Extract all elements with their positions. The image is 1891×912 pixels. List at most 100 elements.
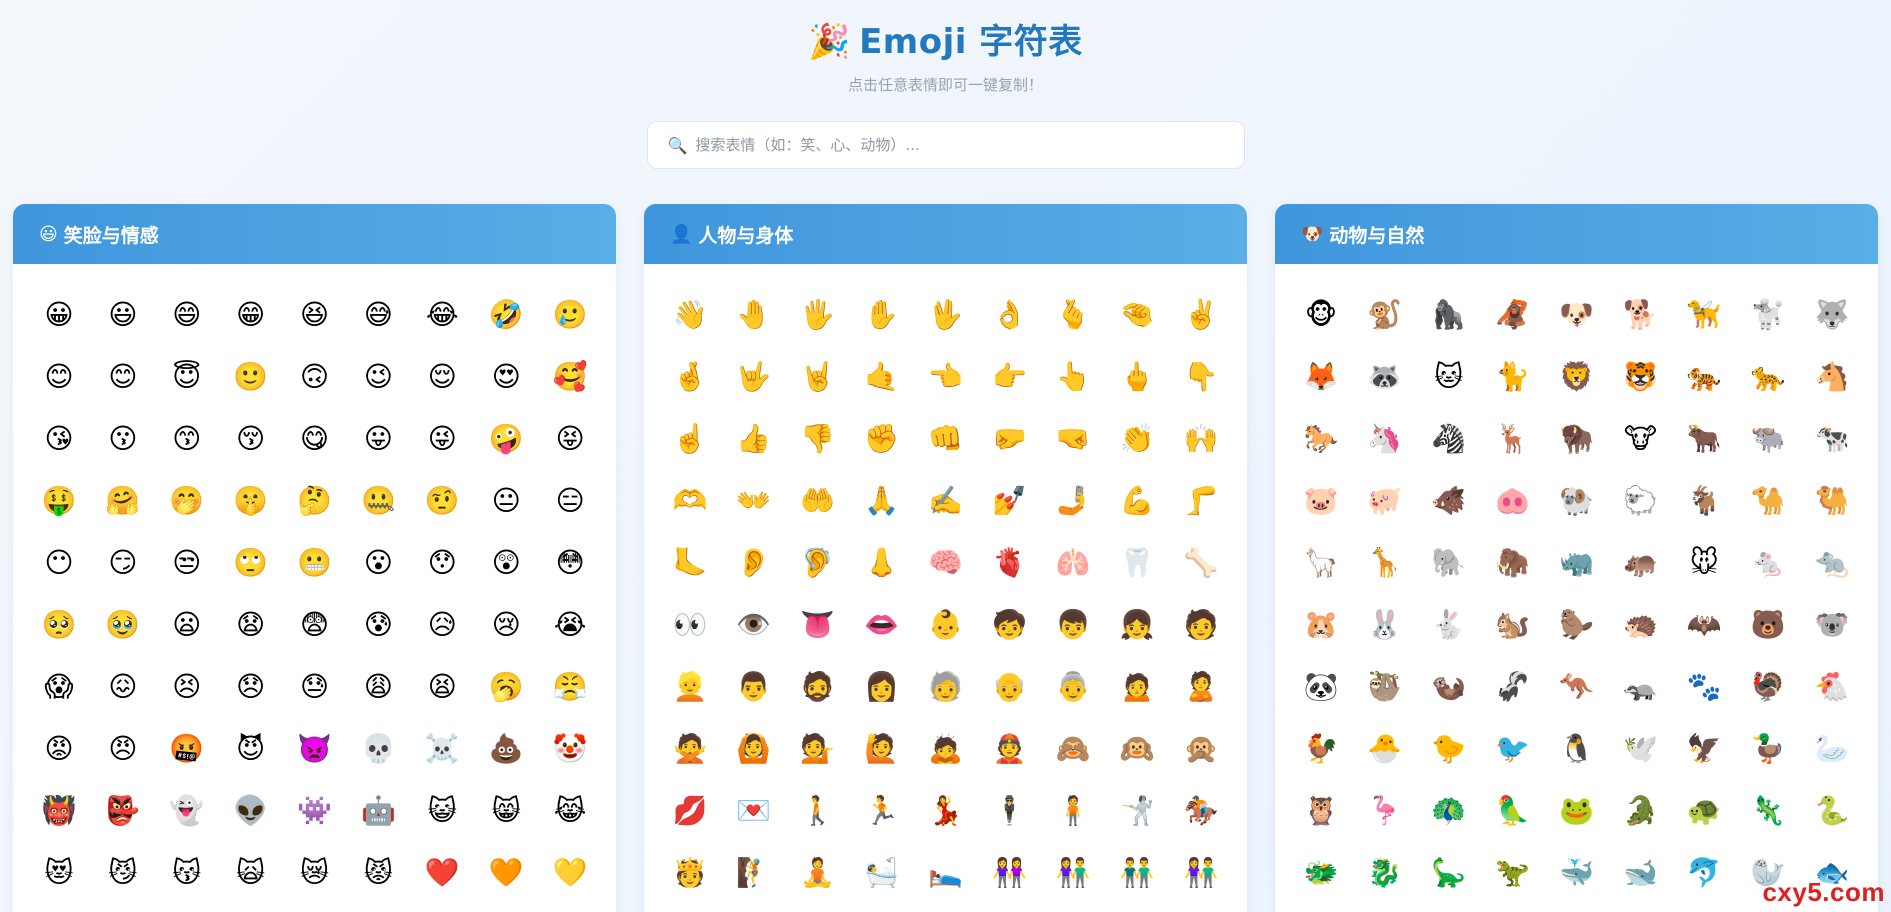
- emoji-cell[interactable]: 🐨: [1800, 593, 1864, 655]
- emoji-cell[interactable]: 😝: [538, 407, 602, 469]
- emoji-cell[interactable]: 🦴: [1169, 531, 1233, 593]
- emoji-cell[interactable]: 👆: [1041, 345, 1105, 407]
- emoji-cell[interactable]: 🦜: [1481, 779, 1545, 841]
- emoji-cell[interactable]: 👲: [977, 717, 1041, 779]
- emoji-cell[interactable]: 🦮: [1672, 283, 1736, 345]
- emoji-cell[interactable]: 👅: [786, 593, 850, 655]
- emoji-cell[interactable]: 🐳: [1545, 841, 1609, 903]
- emoji-cell[interactable]: ☝️: [658, 407, 722, 469]
- emoji-cell[interactable]: 👻: [155, 779, 219, 841]
- emoji-cell[interactable]: 😊: [91, 345, 155, 407]
- emoji-cell[interactable]: 🦃: [1736, 655, 1800, 717]
- emoji-cell[interactable]: 😾: [346, 841, 410, 903]
- search-box[interactable]: 🔍: [646, 121, 1245, 169]
- emoji-cell[interactable]: 🐮: [1608, 407, 1672, 469]
- emoji-cell[interactable]: 👨: [722, 655, 786, 717]
- emoji-cell[interactable]: 🐽: [1481, 469, 1545, 531]
- emoji-cell[interactable]: 💁: [786, 717, 850, 779]
- emoji-cell[interactable]: 👃: [850, 531, 914, 593]
- emoji-cell[interactable]: 🦵: [1169, 469, 1233, 531]
- emoji-cell[interactable]: 🤪: [474, 407, 538, 469]
- emoji-cell[interactable]: 🦙: [1289, 531, 1353, 593]
- emoji-cell[interactable]: 😘: [27, 407, 91, 469]
- emoji-cell[interactable]: 🦇: [1672, 593, 1736, 655]
- emoji-cell[interactable]: 💩: [474, 717, 538, 779]
- emoji-cell[interactable]: 😉: [346, 345, 410, 407]
- emoji-cell[interactable]: 😆: [283, 283, 347, 345]
- emoji-cell[interactable]: 🐒: [1353, 283, 1417, 345]
- emoji-cell[interactable]: 👫: [1041, 841, 1105, 903]
- emoji-cell[interactable]: 🙋: [850, 717, 914, 779]
- emoji-cell[interactable]: 🐰: [1353, 593, 1417, 655]
- emoji-cell[interactable]: 🐯: [1608, 345, 1672, 407]
- emoji-cell[interactable]: 😸: [474, 779, 538, 841]
- emoji-cell[interactable]: 😞: [219, 655, 283, 717]
- emoji-cell[interactable]: 🛌: [914, 841, 978, 903]
- emoji-cell[interactable]: 🧡: [474, 841, 538, 903]
- emoji-cell[interactable]: 👭: [977, 841, 1041, 903]
- emoji-cell[interactable]: 🤔: [283, 469, 347, 531]
- emoji-cell[interactable]: 🤲: [786, 469, 850, 531]
- emoji-cell[interactable]: 🦣: [1481, 531, 1545, 593]
- emoji-cell[interactable]: 🐍: [1800, 779, 1864, 841]
- emoji-cell[interactable]: 🦅: [1672, 717, 1736, 779]
- emoji-cell[interactable]: 🤞: [658, 345, 722, 407]
- emoji-cell[interactable]: ☠️: [410, 717, 474, 779]
- emoji-cell[interactable]: 🐫: [1800, 469, 1864, 531]
- emoji-cell[interactable]: 😚: [219, 407, 283, 469]
- emoji-cell[interactable]: ✋: [850, 283, 914, 345]
- emoji-cell[interactable]: 🦥: [1353, 655, 1417, 717]
- emoji-cell[interactable]: 😑: [538, 469, 602, 531]
- emoji-cell[interactable]: 👇: [1169, 345, 1233, 407]
- emoji-cell[interactable]: 🐤: [1417, 717, 1481, 779]
- emoji-cell[interactable]: 😠: [91, 717, 155, 779]
- emoji-cell[interactable]: 🙎: [1169, 655, 1233, 717]
- emoji-cell[interactable]: 🦎: [1736, 779, 1800, 841]
- search-input[interactable]: [693, 135, 1224, 155]
- emoji-cell[interactable]: 😒: [155, 531, 219, 593]
- emoji-cell[interactable]: 🥺: [27, 593, 91, 655]
- emoji-cell[interactable]: 🤳: [1041, 469, 1105, 531]
- emoji-cell[interactable]: 😢: [474, 593, 538, 655]
- emoji-cell[interactable]: 🖐️: [786, 283, 850, 345]
- emoji-cell[interactable]: 🛀: [850, 841, 914, 903]
- emoji-cell[interactable]: 🙆: [722, 717, 786, 779]
- emoji-cell[interactable]: 🦨: [1481, 655, 1545, 717]
- emoji-cell[interactable]: 🙂: [219, 345, 283, 407]
- emoji-cell[interactable]: 😊: [27, 345, 91, 407]
- emoji-cell[interactable]: 👏: [1105, 407, 1169, 469]
- emoji-cell[interactable]: 🦻: [786, 531, 850, 593]
- emoji-cell[interactable]: 👦: [1041, 593, 1105, 655]
- emoji-cell[interactable]: 🐐: [1672, 469, 1736, 531]
- emoji-cell[interactable]: 👂: [722, 531, 786, 593]
- emoji-cell[interactable]: 🧓: [914, 655, 978, 717]
- emoji-cell[interactable]: 🫅: [658, 841, 722, 903]
- emoji-cell[interactable]: ✍️: [914, 469, 978, 531]
- emoji-cell[interactable]: 🐬: [1672, 841, 1736, 903]
- emoji-cell[interactable]: 🤗: [91, 469, 155, 531]
- emoji-cell[interactable]: 👱: [658, 655, 722, 717]
- emoji-cell[interactable]: 👁️: [722, 593, 786, 655]
- emoji-cell[interactable]: 🦝: [1353, 345, 1417, 407]
- emoji-cell[interactable]: 🙃: [283, 345, 347, 407]
- emoji-cell[interactable]: 🥲: [538, 283, 602, 345]
- emoji-cell[interactable]: 🧠: [914, 531, 978, 593]
- emoji-cell[interactable]: 🐩: [1736, 283, 1800, 345]
- emoji-cell[interactable]: 💪: [1105, 469, 1169, 531]
- emoji-cell[interactable]: 🦫: [1545, 593, 1609, 655]
- emoji-cell[interactable]: 😐: [474, 469, 538, 531]
- emoji-cell[interactable]: 😍: [474, 345, 538, 407]
- emoji-cell[interactable]: 🖕: [1105, 345, 1169, 407]
- emoji-cell[interactable]: 🐅: [1672, 345, 1736, 407]
- emoji-cell[interactable]: 🦢: [1800, 717, 1864, 779]
- emoji-cell[interactable]: 🫶: [658, 469, 722, 531]
- emoji-cell[interactable]: 🐘: [1417, 531, 1481, 593]
- emoji-cell[interactable]: 🐵: [1289, 283, 1353, 345]
- emoji-cell[interactable]: 🐺: [1800, 283, 1864, 345]
- emoji-cell[interactable]: 🦦: [1417, 655, 1481, 717]
- emoji-cell[interactable]: 👄: [850, 593, 914, 655]
- emoji-cell[interactable]: 👾: [283, 779, 347, 841]
- emoji-cell[interactable]: 🦁: [1545, 345, 1609, 407]
- emoji-cell[interactable]: 🕴️: [977, 779, 1041, 841]
- emoji-cell[interactable]: 🤣: [474, 283, 538, 345]
